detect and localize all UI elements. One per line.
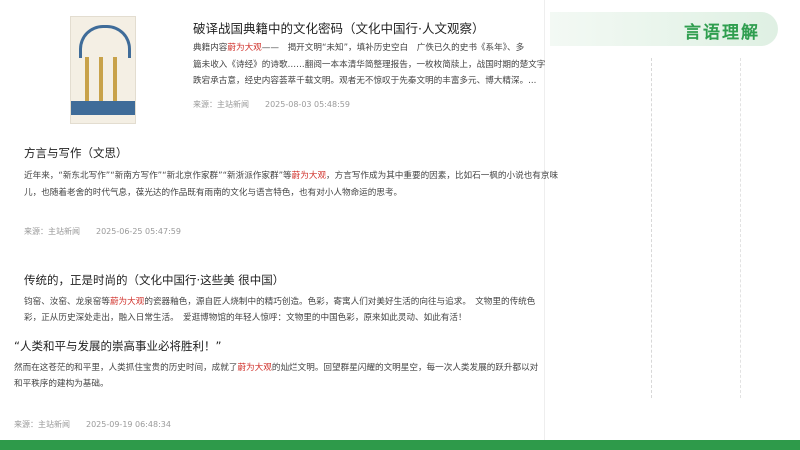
article-meta: 来源：主站新闻 2025-08-03 05:48:59 (193, 100, 350, 109)
article-snippet: 典籍内容蔚为大观—— 揭开文明“未知”，填补历史空白 广佚已久的史书《系年》、多 (193, 43, 525, 53)
article-snippet-line: 跌宕承古意，经史内容荟萃千载文明。观者无不惊叹于先秦文明的丰富多元、博大精深。.… (193, 76, 537, 86)
article-snippet-line: 和平秩序的建构为基础。 (14, 379, 109, 389)
section-title: 言语理解 (684, 23, 760, 43)
guide-line (651, 58, 652, 398)
highlight-keyword: 蔚为大观 (291, 171, 327, 181)
article-snippet: 然而在这苍茫的和平里，人类抓住宝贵的历史时间，成就了蔚为大观的灿烂文明。回望群星… (14, 363, 539, 373)
article-title[interactable]: “人类和平与发展的崇高事业必将胜利！” (14, 338, 221, 354)
article-title[interactable]: 破译战国典籍中的文化密码（文化中国行·人文观察） (193, 18, 484, 37)
section-header-banner: 言语理解 (550, 12, 778, 46)
article-title[interactable]: 传统的，正是时尚的（文化中国行·这些美 很中国） (24, 272, 284, 288)
article-snippet-line: 彩，正从历史深处走出，融入日常生活。 爱逛博物馆的年轻人惊呼：文物里的中国色彩，… (24, 313, 467, 323)
article-snippet-line: 篇未收入《诗经》的诗歌……翻阅一本本清华简整理报告，一枚枚简牍上，战国时期的楚文… (193, 60, 546, 70)
article-snippet: 钧窑、汝窑、龙泉窑等蔚为大观的瓷器釉色，源自匠人烧制中的精巧创造。色彩，寄寓人们… (24, 297, 536, 307)
highlight-keyword: 蔚为大观 (237, 363, 272, 373)
article-snippet-line: 儿，也随着老舍的时代气息，葆光达的作品既有雨南的文化与语言特色，也有对小人物命运… (24, 188, 403, 198)
article-meta: 来源：主站新闻 2025-06-25 05:47:59 (24, 227, 181, 236)
highlight-keyword: 蔚为大观 (109, 297, 145, 307)
article-thumbnail-image[interactable] (70, 16, 136, 124)
article-snippet: 近年来，“新东北写作”“新南方写作”“新北京作家群”“新浙派作家群”等蔚为大观，… (24, 171, 559, 181)
bottom-bar (0, 440, 800, 450)
highlight-keyword: 蔚为大观 (227, 43, 262, 53)
article-title[interactable]: 方言与写作（文思） (24, 145, 128, 161)
article-meta: 来源：主站新闻 2025-09-19 06:48:34 (14, 420, 171, 429)
guide-line (740, 58, 741, 398)
